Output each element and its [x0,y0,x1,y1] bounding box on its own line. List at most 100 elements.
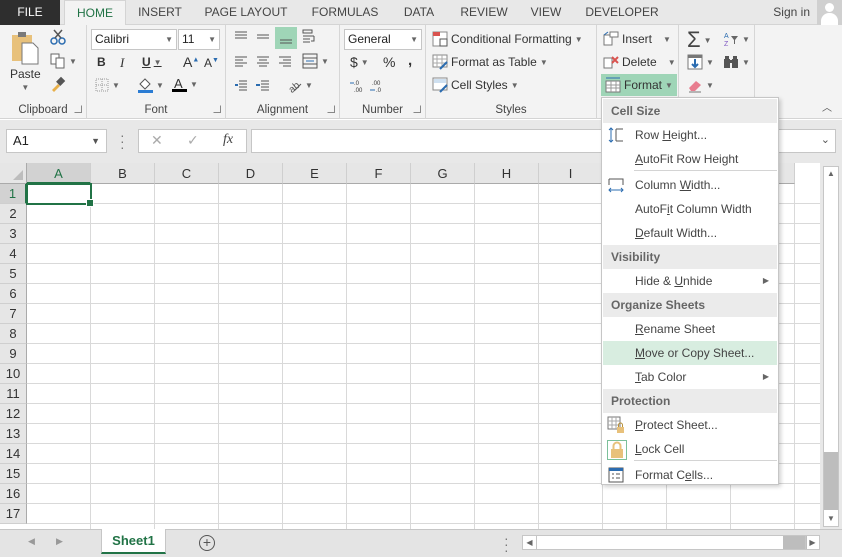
percent-style-button[interactable]: % [383,54,395,70]
name-box[interactable]: A1 ▼ [6,129,107,153]
top-align-button[interactable] [234,31,248,43]
increase-font-size-button[interactable]: A▲ [183,54,199,70]
underline-button[interactable]: U ▼ [142,55,162,69]
column-header-c[interactable]: C [155,163,219,184]
column-header-e[interactable]: E [283,163,347,184]
sign-in-link[interactable]: Sign in [773,0,810,25]
cut-button[interactable] [50,29,66,45]
row-header-17[interactable]: 17 [0,504,27,524]
row-header-12[interactable]: 12 [0,404,27,424]
tab-home[interactable]: HOME [64,0,126,26]
row-header-10[interactable]: 10 [0,364,27,384]
tab-page-layout[interactable]: PAGE LAYOUT [198,0,294,25]
expand-formula-bar-icon[interactable]: ⌄ [821,133,830,146]
tab-formulas[interactable]: FORMULAS [306,0,384,25]
scroll-up-icon[interactable]: ▲ [824,167,838,181]
menu-item-hide-and-unhide[interactable]: Hide & Unhide ▶ [603,269,777,293]
column-header-h[interactable]: H [475,163,539,184]
row-header-5[interactable]: 5 [0,264,27,284]
paste-button[interactable]: Paste ▼ [10,31,41,92]
number-format-combo[interactable]: General ▼ [344,29,422,50]
enter-entry-icon[interactable]: ✓ [187,132,199,149]
row-header-16[interactable]: 16 [0,484,27,504]
conditional-formatting-button[interactable]: Conditional Formatting ▼ [432,31,583,47]
middle-align-button[interactable] [256,31,270,43]
orientation-button[interactable]: ab ▼ [286,77,313,93]
tab-data[interactable]: DATA [396,0,442,25]
tab-file[interactable]: FILE [0,0,60,25]
tab-review[interactable]: REVIEW [456,0,512,25]
clipboard-launcher-icon[interactable] [74,105,82,113]
decrease-indent-button[interactable] [234,79,248,91]
row-header-3[interactable]: 3 [0,224,27,244]
cell-styles-button[interactable]: Cell Styles ▼ [432,77,519,93]
increase-decimal-button[interactable]: .0.00 [350,79,366,93]
row-header-14[interactable]: 14 [0,444,27,464]
alignment-launcher-icon[interactable] [327,105,335,113]
decrease-font-size-button[interactable]: A▼ [204,56,219,70]
selected-cell-a1[interactable] [26,183,94,207]
menu-item-rename-sheet[interactable]: Rename Sheet [603,317,777,341]
font-launcher-icon[interactable] [213,105,221,113]
tab-developer[interactable]: DEVELOPER [582,0,662,25]
column-header-i[interactable]: I [539,163,603,184]
row-header-11[interactable]: 11 [0,384,27,404]
font-color-button[interactable]: A ▼ [171,76,198,93]
row-header-15[interactable]: 15 [0,464,27,484]
fill-color-button[interactable]: ▼ [137,77,164,93]
row-header-2[interactable]: 2 [0,204,27,224]
insert-cells-button[interactable]: Insert ▼ [603,31,671,47]
number-launcher-icon[interactable] [413,105,421,113]
menu-item-tab-color[interactable]: Tab Color ▶ [603,365,777,389]
scroll-left-icon[interactable]: ◀ [523,536,537,549]
column-header-f[interactable]: F [347,163,411,184]
user-avatar-icon[interactable] [817,0,842,25]
tab-split-grip-icon[interactable]: · · · [504,531,509,557]
increase-indent-button[interactable] [256,79,270,91]
tab-view[interactable]: VIEW [526,0,566,25]
menu-item-column-width[interactable]: Column Width... [603,173,777,197]
menu-item-autofit-column-width[interactable]: AutoFit Column Width [603,197,777,221]
row-header-8[interactable]: 8 [0,324,27,344]
wrap-text-button[interactable] [302,29,318,45]
bold-button[interactable]: B [97,55,106,69]
fill-button[interactable]: ▼ [687,54,714,70]
sort-filter-button[interactable]: AZ ▼ [723,31,750,47]
column-header-g[interactable]: G [411,163,475,184]
align-left-button[interactable] [234,55,248,67]
italic-button[interactable]: I [120,55,124,71]
format-cells-button[interactable]: Format ▼ [601,74,677,96]
row-header-6[interactable]: 6 [0,284,27,304]
prev-sheet-icon[interactable]: ◀ [28,536,35,547]
next-sheet-icon[interactable]: ▶ [56,536,63,547]
align-right-button[interactable] [278,55,292,67]
column-header-d[interactable]: D [219,163,283,184]
vertical-scrollbar[interactable]: ▲ ▼ [820,163,842,529]
format-painter-button[interactable] [50,76,66,92]
comma-style-button[interactable]: , [408,52,412,69]
autosum-button[interactable]: Σ ▼ [687,27,712,53]
row-header-7[interactable]: 7 [0,304,27,324]
row-header-4[interactable]: 4 [0,244,27,264]
row-header-1[interactable]: 1 [0,184,27,204]
scroll-down-icon[interactable]: ▼ [824,512,838,526]
font-size-combo[interactable]: 11 ▼ [178,29,220,50]
bottom-align-button[interactable] [275,27,297,49]
sheet-tab-sheet1[interactable]: Sheet1 [101,529,166,554]
horizontal-scroll-thumb[interactable] [783,536,807,549]
copy-button[interactable]: ▼ [50,53,77,69]
find-select-button[interactable]: ▼ [723,54,750,70]
menu-item-format-cells[interactable]: Format Cells... [603,463,777,487]
align-center-button[interactable] [256,55,270,67]
insert-function-icon[interactable]: fx [223,132,233,148]
menu-item-protect-sheet[interactable]: Protect Sheet... [603,413,777,437]
format-as-table-button[interactable]: Format as Table ▼ [432,54,548,70]
row-header-9[interactable]: 9 [0,344,27,364]
select-all-button[interactable] [0,163,27,184]
row-header-13[interactable]: 13 [0,424,27,444]
delete-cells-button[interactable]: Delete ▼ [603,54,676,70]
menu-item-move-or-copy-sheet[interactable]: Move or Copy Sheet... [603,341,777,365]
cancel-entry-icon[interactable]: ✕ [151,132,163,149]
font-name-combo[interactable]: Calibri ▼ [91,29,177,50]
column-header-a[interactable]: A [27,163,91,184]
